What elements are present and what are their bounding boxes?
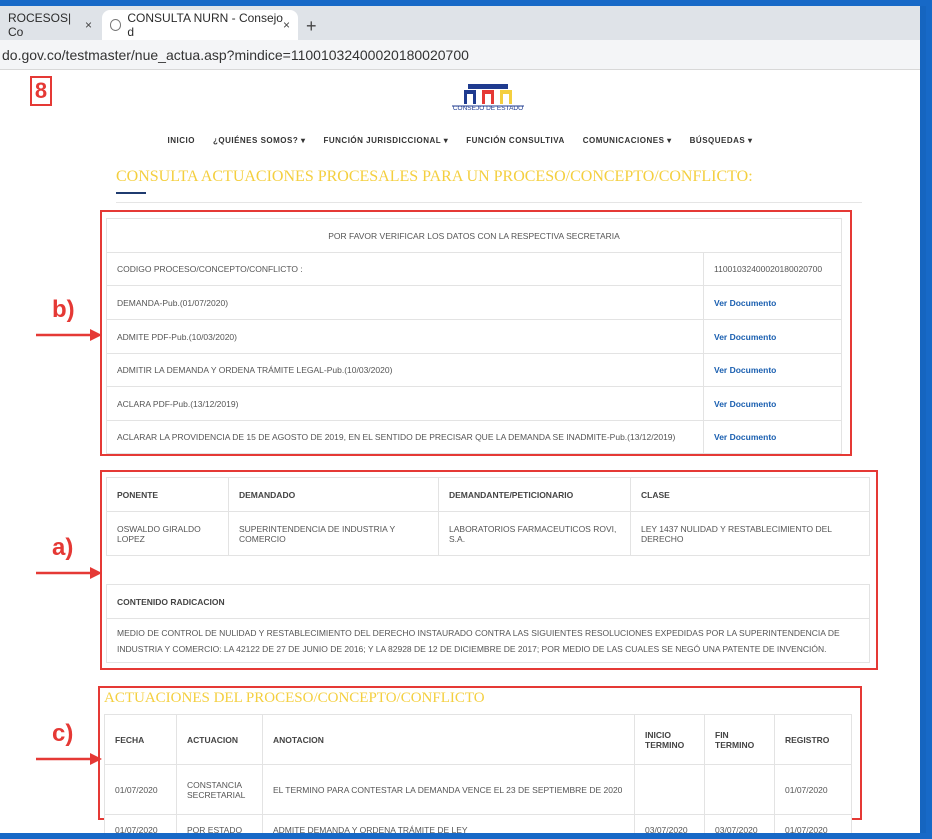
- inicio-cell: 03/07/2020: [634, 814, 705, 833]
- label-c: c): [52, 720, 74, 747]
- browser-tab-procesos[interactable]: ROCESOS| Co ×: [0, 10, 100, 40]
- contenido-table: CONTENIDO RADICACION MEDIO DE CONTROL DE…: [106, 584, 870, 663]
- ver-documento-link[interactable]: Ver Documento: [703, 353, 842, 387]
- logo-text: CONSEJO DE ESTADO: [452, 105, 524, 112]
- label-a: a): [52, 534, 74, 561]
- table-row: 01/07/2020 CONSTANCIA SECRETARIAL EL TER…: [104, 764, 852, 815]
- code-value: 11001032400020180020700: [703, 252, 842, 286]
- label-b: b): [52, 296, 75, 323]
- annotation-number: 8: [30, 76, 52, 106]
- arrow-b-icon: [36, 329, 102, 341]
- demandante-value: LABORATORIOS FARMACEUTICOS ROVI, S.A.: [438, 511, 631, 556]
- actuacion-cell: POR ESTADO: [176, 814, 263, 833]
- header-demandado: DEMANDADO: [228, 477, 439, 512]
- fecha-cell: 01/07/2020: [104, 764, 177, 815]
- nav-funcion-jurisdiccional[interactable]: FUNCIÓN JURISDICCIONAL ▾: [323, 136, 448, 145]
- main-nav: INICIO ¿QUIÉNES SOMOS? ▾ FUNCIÓN JURISDI…: [0, 136, 920, 145]
- document-row: ADMITIR LA DEMANDA Y ORDENA TRÁMITE LEGA…: [106, 353, 842, 387]
- fecha-cell: 01/07/2020: [104, 814, 177, 833]
- fin-cell: 03/07/2020: [704, 814, 775, 833]
- inicio-cell: [634, 764, 705, 815]
- close-icon[interactable]: ×: [85, 18, 92, 32]
- document-row: ACLARAR LA PROVIDENCIA DE 15 DE AGOSTO D…: [106, 420, 842, 454]
- notice-text: POR FAVOR VERIFICAR LOS DATOS CON LA RES…: [106, 218, 842, 253]
- nav-busquedas[interactable]: BÚSQUEDAS ▾: [690, 136, 753, 145]
- site-icon: [110, 19, 122, 31]
- document-name: ACLARAR LA PROVIDENCIA DE 15 DE AGOSTO D…: [106, 420, 704, 454]
- nav-funcion-consultiva[interactable]: FUNCIÓN CONSULTIVA: [466, 136, 564, 145]
- url-text[interactable]: do.gov.co/testmaster/nue_actua.asp?mindi…: [2, 47, 469, 63]
- header-ponente: PONENTE: [106, 477, 229, 512]
- title-underline: [116, 192, 146, 194]
- address-bar[interactable]: do.gov.co/testmaster/nue_actua.asp?mindi…: [0, 40, 920, 70]
- documents-table: POR FAVOR VERIFICAR LOS DATOS CON LA RES…: [106, 218, 842, 454]
- contenido-text: MEDIO DE CONTROL DE NULIDAD Y RESTABLECI…: [106, 618, 870, 663]
- header-clase: CLASE: [630, 477, 870, 512]
- table-row: 01/07/2020 POR ESTADO ADMITE DEMANDA Y O…: [104, 814, 852, 833]
- anotacion-cell: EL TERMINO PARA CONTESTAR LA DEMANDA VEN…: [262, 764, 635, 815]
- nav-comunicaciones[interactable]: COMUNICACIONES ▾: [583, 136, 672, 145]
- nav-inicio[interactable]: INICIO: [168, 136, 195, 145]
- contenido-label: CONTENIDO RADICACION: [106, 584, 870, 619]
- new-tab-button[interactable]: +: [306, 16, 317, 37]
- ver-documento-link[interactable]: Ver Documento: [703, 386, 842, 421]
- header-fin-termino: FIN TERMINO: [704, 714, 775, 765]
- code-label: CODIGO PROCESO/CONCEPTO/CONFLICTO :: [106, 252, 704, 286]
- document-row: DEMANDA-Pub.(01/07/2020) Ver Documento: [106, 285, 842, 320]
- consejo-logo[interactable]: CONSEJO DE ESTADO: [446, 82, 530, 114]
- header-demandante: DEMANDANTE/PETICIONARIO: [438, 477, 631, 512]
- document-name: ACLARA PDF-Pub.(13/12/2019): [106, 386, 704, 421]
- document-name: ADMITIR LA DEMANDA Y ORDENA TRÁMITE LEGA…: [106, 353, 704, 387]
- web-page: 8 CONSEJO DE ESTADO INICIO ¿QUIÉNES SOMO…: [0, 70, 920, 833]
- ver-documento-link[interactable]: Ver Documento: [703, 285, 842, 320]
- ponente-value: OSWALDO GIRALDO LOPEZ: [106, 511, 229, 556]
- browser-tab-consulta[interactable]: CONSULTA NURN - Consejo d ×: [102, 10, 298, 40]
- arrow-c-icon: [36, 753, 102, 765]
- header-actuacion: ACTUACION: [176, 714, 263, 765]
- document-name: ADMITE PDF-Pub.(10/03/2020): [106, 319, 704, 354]
- document-name: DEMANDA-Pub.(01/07/2020): [106, 285, 704, 320]
- clase-value: LEY 1437 NULIDAD Y RESTABLECIMIENTO DEL …: [630, 511, 870, 556]
- header-anotacion: ANOTACION: [262, 714, 635, 765]
- anotacion-cell: ADMITE DEMANDA Y ORDENA TRÁMITE DE LEY: [262, 814, 635, 833]
- registro-cell: 01/07/2020: [774, 764, 852, 815]
- document-row: ADMITE PDF-Pub.(10/03/2020) Ver Document…: [106, 319, 842, 354]
- nav-quienes-somos[interactable]: ¿QUIÉNES SOMOS? ▾: [213, 136, 306, 145]
- parties-table: PONENTE DEMANDADO DEMANDANTE/PETICIONARI…: [106, 477, 870, 556]
- actuaciones-title: ACTUACIONES DEL PROCESO/CONCEPTO/CONFLIC…: [104, 690, 485, 706]
- arrow-a-icon: [36, 567, 102, 579]
- header-inicio-termino: INICIO TERMINO: [634, 714, 705, 765]
- demandado-value: SUPERINTENDENCIA DE INDUSTRIA Y COMERCIO: [228, 511, 439, 556]
- actuaciones-table: FECHA ACTUACION ANOTACION INICIO TERMINO…: [104, 714, 852, 833]
- fin-cell: [704, 764, 775, 815]
- tab-title: ROCESOS| Co: [8, 11, 72, 39]
- document-row: ACLARA PDF-Pub.(13/12/2019) Ver Document…: [106, 386, 842, 421]
- divider: [116, 202, 862, 203]
- page-title: CONSULTA ACTUACIONES PROCESALES PARA UN …: [116, 168, 753, 185]
- browser-tab-bar: ROCESOS| Co × CONSULTA NURN - Consejo d …: [0, 6, 920, 40]
- registro-cell: 01/07/2020: [774, 814, 852, 833]
- actuacion-cell: CONSTANCIA SECRETARIAL: [176, 764, 263, 815]
- header-fecha: FECHA: [104, 714, 177, 765]
- tab-title: CONSULTA NURN - Consejo d: [127, 11, 283, 39]
- close-icon[interactable]: ×: [283, 18, 290, 32]
- ver-documento-link[interactable]: Ver Documento: [703, 319, 842, 354]
- header-registro: REGISTRO: [774, 714, 852, 765]
- ver-documento-link[interactable]: Ver Documento: [703, 420, 842, 454]
